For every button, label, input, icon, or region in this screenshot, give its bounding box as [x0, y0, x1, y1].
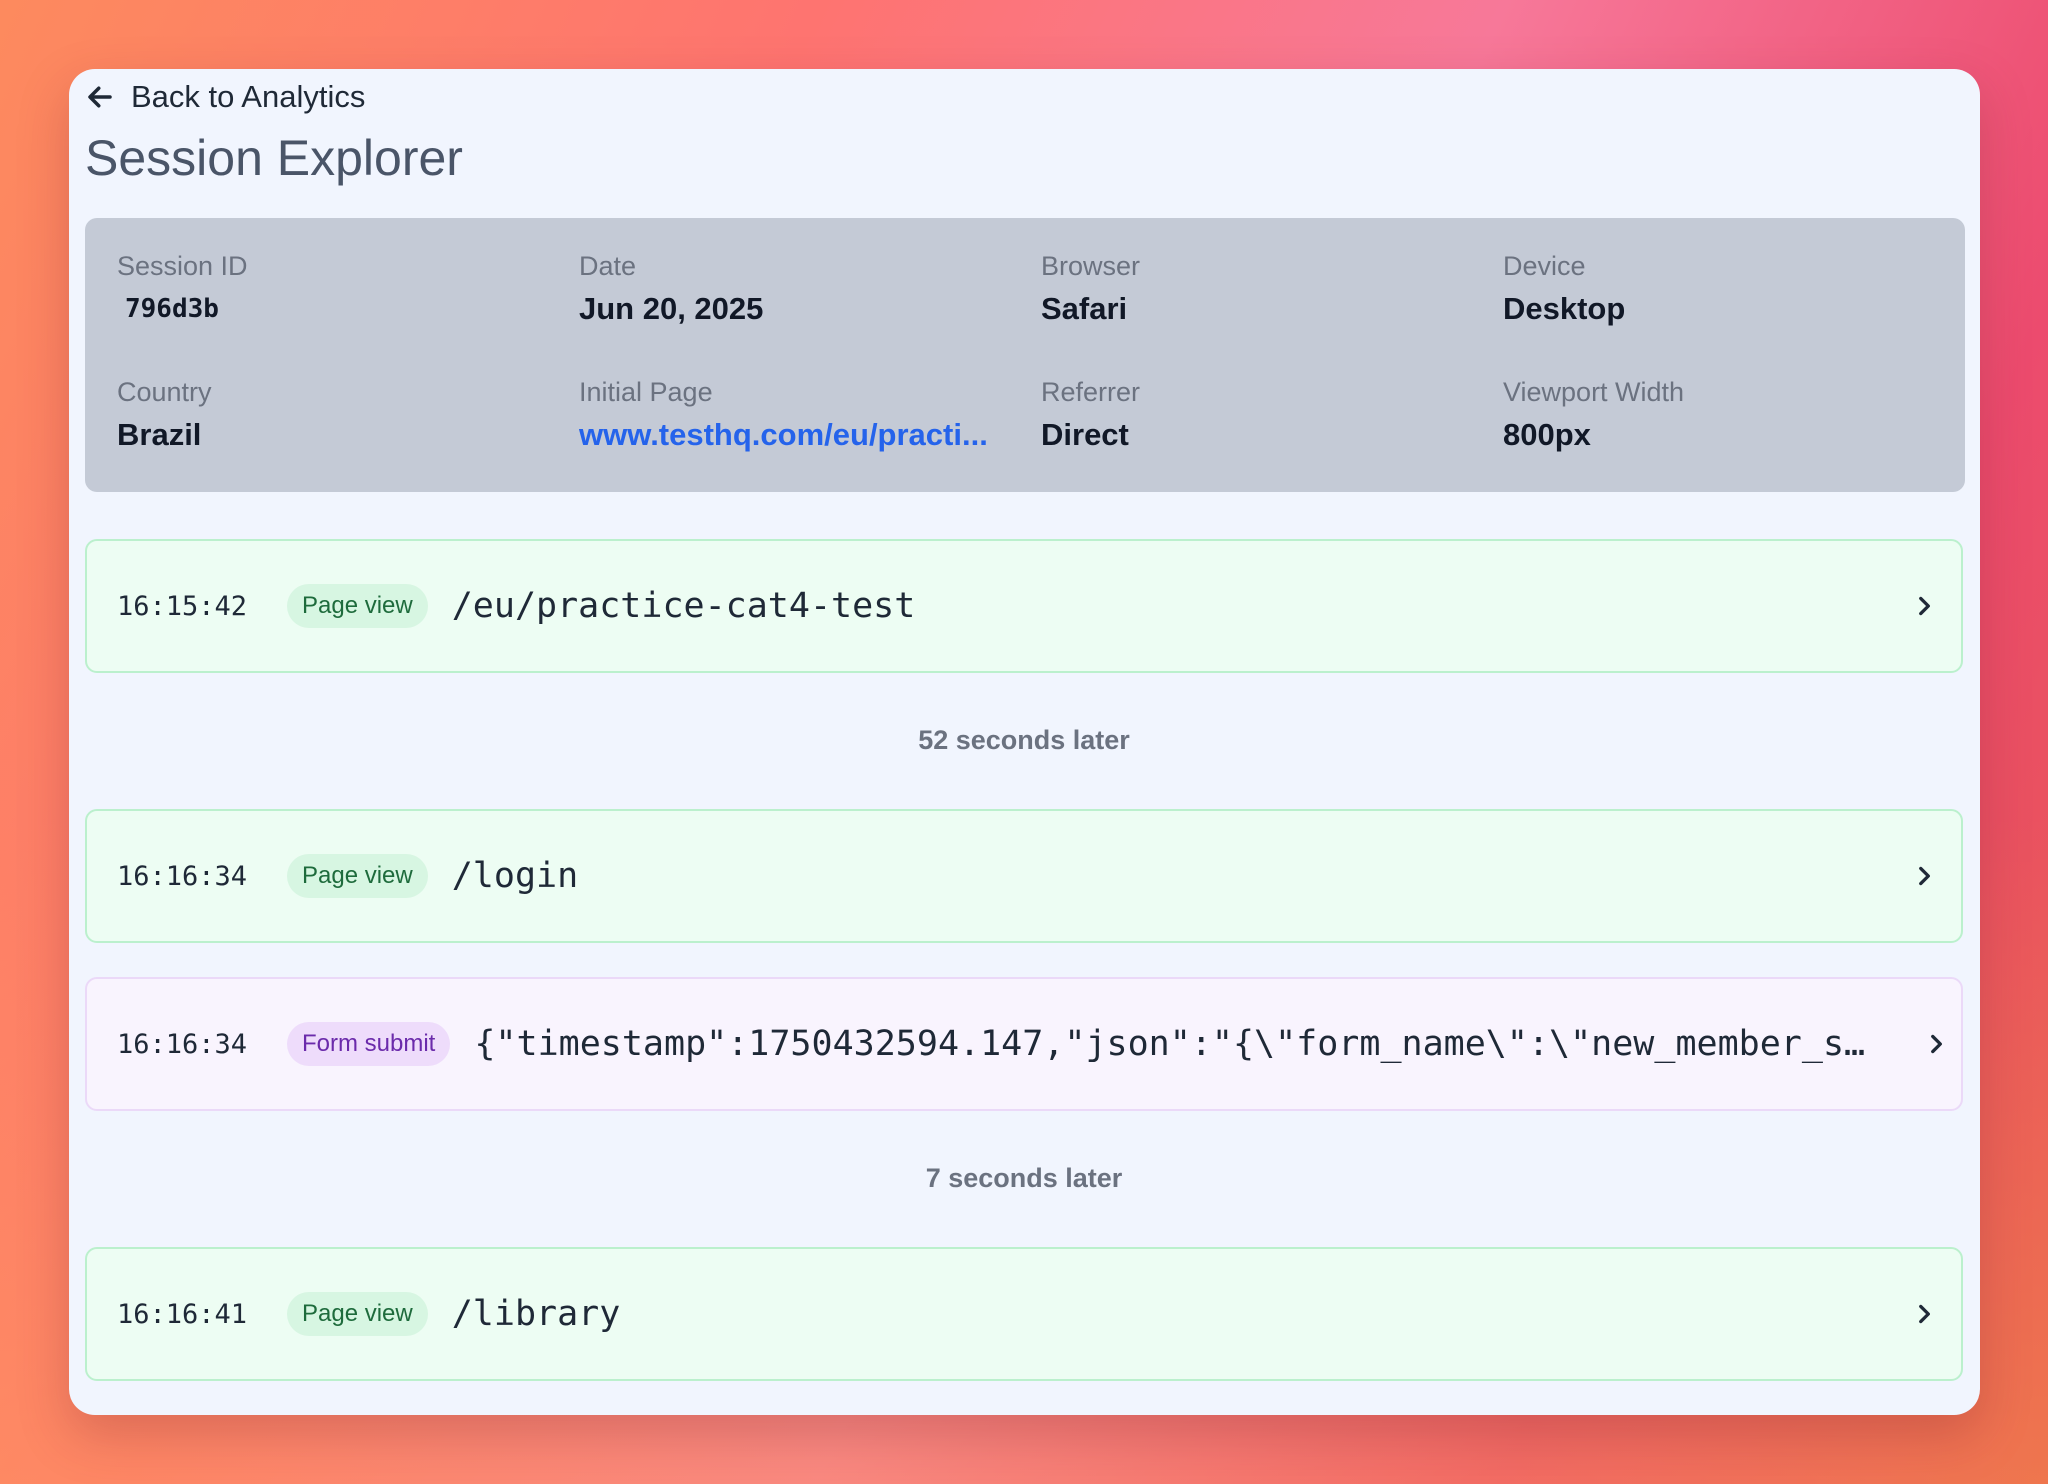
session-details-panel: Session ID 796d3b Date Jun 20, 2025 Brow…	[85, 218, 1965, 492]
browser-label: Browser	[1041, 251, 1141, 281]
event-type-badge: Form submit	[287, 1022, 451, 1066]
initial-page-link[interactable]: www.testhq.com/eu/practi...	[579, 414, 1019, 456]
event-detail: /library	[451, 1294, 621, 1334]
event-type-badge: Page view	[287, 854, 428, 898]
date-value: Jun 20, 2025	[579, 291, 764, 326]
initial-page-label: Initial Page	[579, 377, 713, 407]
chevron-right-icon	[1919, 866, 1930, 886]
event-time: 16:16:34	[117, 1028, 248, 1060]
time-gap-label: 7 seconds later	[925, 1163, 1123, 1193]
referrer-label: Referrer	[1041, 377, 1141, 407]
date-field: Date Jun 20, 2025	[579, 248, 1019, 330]
viewport-width-value: 800px	[1503, 417, 1591, 452]
back-label: Back to Analytics	[131, 79, 366, 114]
event-type-badge: Page view	[287, 584, 428, 628]
event-detail: /eu/practice-cat4-test	[451, 586, 916, 626]
back-to-analytics-link[interactable]: Back to Analytics	[85, 73, 365, 121]
event-time: 16:16:41	[117, 1298, 248, 1330]
session-id-value: 796d3b	[125, 294, 219, 324]
date-label: Date	[579, 251, 637, 281]
chevron-right-icon	[1919, 1304, 1930, 1324]
device-label: Device	[1503, 251, 1586, 281]
event-detail: {"timestamp":1750432594.147,"json":"{\"f…	[474, 1024, 1866, 1064]
country-field: Country Brazil	[117, 374, 557, 456]
event-row-page-view[interactable]: 16:15:42 Page view /eu/practice-cat4-tes…	[85, 539, 1963, 673]
time-gap-label: 52 seconds later	[918, 725, 1130, 755]
chevron-right-icon	[1919, 596, 1930, 616]
event-row-form-submit[interactable]: 16:16:34 Form submit {"timestamp":175043…	[85, 977, 1963, 1111]
event-row-page-view[interactable]: 16:16:41 Page view /library	[85, 1247, 1963, 1381]
viewport-width-label: Viewport Width	[1503, 377, 1685, 407]
event-type-badge: Page view	[287, 1292, 428, 1336]
browser-value: Safari	[1041, 291, 1128, 326]
device-value: Desktop	[1503, 291, 1626, 326]
event-detail: /login	[451, 856, 579, 896]
event-time: 16:16:34	[117, 860, 248, 892]
event-time: 16:15:42	[117, 590, 248, 622]
session-id-label: Session ID	[117, 251, 248, 281]
device-field: Device Desktop	[1503, 248, 1943, 330]
country-label: Country	[117, 377, 212, 407]
event-row-page-view[interactable]: 16:16:34 Page view /login	[85, 809, 1963, 943]
referrer-value: Direct	[1041, 417, 1129, 452]
arrow-left-icon	[88, 86, 112, 108]
chevron-right-icon	[1931, 1034, 1942, 1054]
country-value: Brazil	[117, 417, 202, 452]
session-id-field: Session ID 796d3b	[117, 248, 557, 330]
session-explorer-card: Back to Analytics Session Explorer Sessi…	[69, 69, 1980, 1415]
initial-page-field: Initial Page www.testhq.com/eu/practi...	[579, 374, 1019, 456]
referrer-field: Referrer Direct	[1041, 374, 1481, 456]
page-title: Session Explorer	[85, 130, 463, 186]
viewport-width-field: Viewport Width 800px	[1503, 374, 1943, 456]
browser-field: Browser Safari	[1041, 248, 1481, 330]
